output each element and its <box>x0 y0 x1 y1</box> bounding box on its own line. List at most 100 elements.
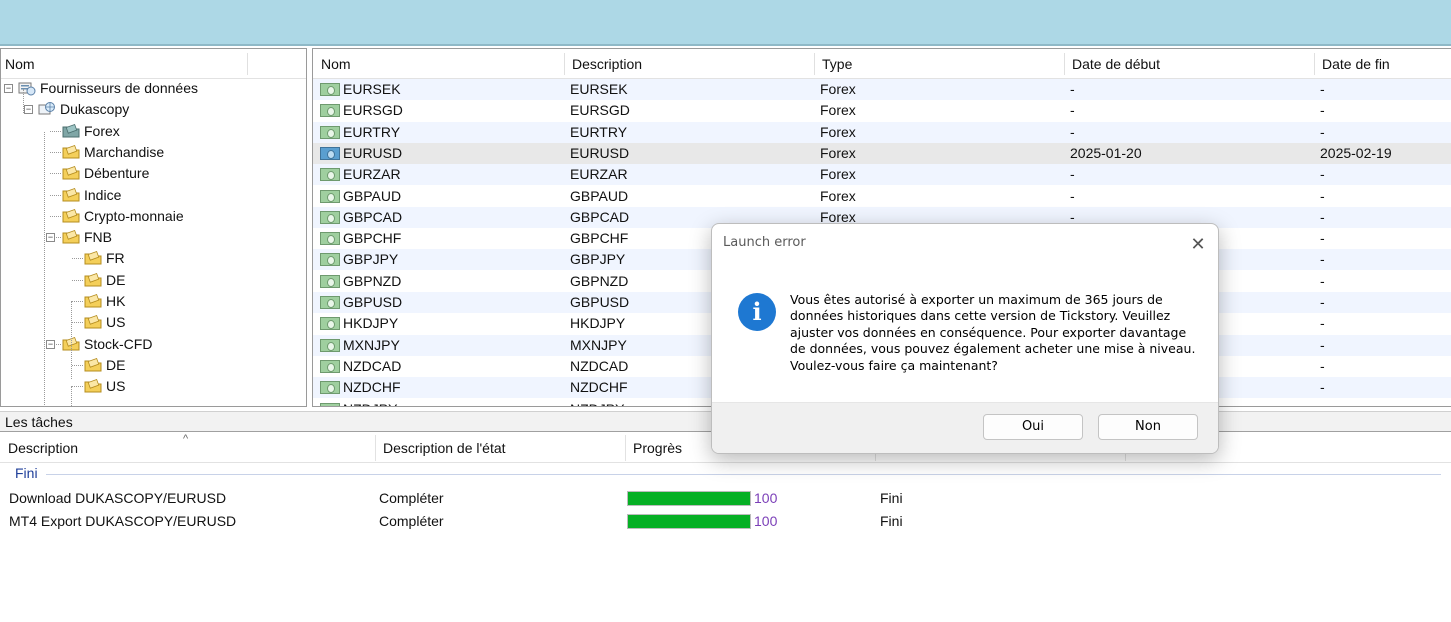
tree-item[interactable]: − Fournisseurs de données <box>1 78 301 99</box>
tree-item[interactable]: Crypto-monnaie <box>1 206 301 227</box>
cell-description: EURUSD <box>570 144 630 161</box>
banknote-icon <box>320 402 340 406</box>
top-banner <box>0 0 1451 46</box>
task-group[interactable]: Fini <box>0 464 1451 484</box>
tasks-column-state[interactable]: Description de l'état <box>383 433 506 463</box>
column-type[interactable]: Type <box>814 49 852 79</box>
cell-name: EURTRY <box>343 123 401 140</box>
tree-header: Nom <box>1 49 306 79</box>
cell-end-date: 2025-02-19 <box>1320 144 1392 161</box>
tree-item[interactable]: DE <box>1 355 301 376</box>
table-row[interactable]: EURZAR EURZAR Forex - - <box>313 164 1451 186</box>
tree-item[interactable]: − Stock-CFD <box>1 334 301 355</box>
cell-end-date: - <box>1320 272 1325 289</box>
column-separator[interactable] <box>247 53 248 75</box>
cell-description: MXNJPY <box>570 336 627 353</box>
tree-column-name[interactable]: Nom <box>1 49 35 79</box>
tree-item[interactable]: FR <box>1 248 301 269</box>
cell-type: Forex <box>820 81 856 97</box>
tree-item[interactable]: US <box>1 312 301 333</box>
tree-item-label: FNB <box>84 229 112 246</box>
cell-start-date: - <box>1070 166 1075 183</box>
tree-item[interactable]: Forex <box>1 121 301 142</box>
close-icon[interactable]: ✕ <box>1186 232 1210 256</box>
no-button[interactable]: Non <box>1098 414 1198 440</box>
table-row[interactable]: EURSGD EURSGD Forex - - <box>313 100 1451 121</box>
tree-item-label: US <box>106 314 126 331</box>
tree-item[interactable]: US <box>1 376 301 397</box>
table-row[interactable]: GBPAUD GBPAUD Forex - - <box>313 186 1451 207</box>
cell-description: GBPUSD <box>570 294 630 310</box>
cell-name: GBPJPY <box>343 251 399 268</box>
cell-type: Forex <box>820 187 856 204</box>
cell-name: MXNJPY <box>343 336 400 353</box>
progress-bar <box>627 491 751 506</box>
task-row[interactable]: Download DUKASCOPY/EURUSD Compléter 100 Fin… <box>0 487 1451 509</box>
tree-item[interactable]: Débenture <box>1 163 301 184</box>
progress-value: 100 <box>754 513 778 529</box>
progress-value: 100 <box>754 490 778 506</box>
collapse-toggle-icon[interactable]: − <box>4 84 13 93</box>
dialog-body: i Vous êtes autorisé à exporter un maxim… <box>712 262 1218 402</box>
tree-connector <box>72 322 83 324</box>
column-description[interactable]: Description <box>564 49 642 79</box>
dialog-message: Vous êtes autorisé à exporter un maximum… <box>790 292 1196 373</box>
tasks-column-progress[interactable]: Progrès <box>633 433 682 463</box>
column-start-date[interactable]: Date de début <box>1064 49 1160 79</box>
column-separator[interactable] <box>625 435 626 461</box>
column-end-date[interactable]: Date de fin <box>1314 49 1390 79</box>
banknote-icon <box>320 125 340 139</box>
collapse-toggle-icon[interactable]: − <box>46 339 55 349</box>
cell-name: HKDJPY <box>343 315 399 332</box>
task-state: Compléter <box>379 490 444 506</box>
table-row[interactable]: EURUSD EURUSD Forex 2025-01-20 2025-02-19 <box>313 142 1451 164</box>
banknote-icon <box>320 359 340 373</box>
tree-item-label: Débenture <box>84 165 150 182</box>
cell-end-date: - <box>1320 357 1325 374</box>
banknote-icon <box>320 253 340 267</box>
collapse-toggle-icon[interactable]: − <box>46 233 55 243</box>
cell-start-date: - <box>1070 123 1075 140</box>
yes-button[interactable]: Oui <box>983 414 1083 440</box>
cell-description: EURTRY <box>570 123 628 140</box>
table-row[interactable]: EURTRY EURTRY Forex - - <box>313 121 1451 143</box>
folder-icon <box>62 187 80 203</box>
tree-item[interactable]: DE <box>1 270 301 291</box>
tree-guide-line <box>71 386 72 406</box>
progress-fill <box>628 492 750 505</box>
banknote-icon <box>320 232 340 246</box>
task-description: MT4 Export DUKASCOPY/EURUSD <box>9 513 237 529</box>
tree-guide-line <box>23 89 24 113</box>
column-separator[interactable] <box>375 435 376 461</box>
tree-connector <box>72 301 83 302</box>
tasks-column-description[interactable]: Description <box>8 433 78 463</box>
tree-item[interactable]: Marchandise <box>1 142 301 163</box>
progress-bar <box>627 514 751 529</box>
banknote-icon <box>320 296 340 309</box>
tree-connector <box>50 194 61 196</box>
tree-item-label: US <box>106 378 126 395</box>
collapse-toggle-icon[interactable]: − <box>24 105 33 115</box>
cell-start-date: - <box>1070 81 1075 97</box>
cell-end-date: - <box>1320 208 1325 225</box>
tree-item[interactable]: Indice <box>1 185 301 206</box>
column-name[interactable]: Nom <box>313 49 351 79</box>
tree-connector <box>50 130 61 132</box>
tree-item-label: Crypto-monnaie <box>84 207 184 224</box>
tree-item-label: DE <box>106 271 126 288</box>
tree-item[interactable]: − Dukascopy <box>1 99 301 120</box>
table-row[interactable]: EURSEK EURSEK Forex - - <box>313 79 1451 100</box>
cell-description: GBPJPY <box>570 251 626 268</box>
cell-name: NZDJPY <box>343 399 397 407</box>
banknote-icon <box>320 189 340 203</box>
task-row[interactable]: MT4 Export DUKASCOPY/EURUSD Compléter 100 F… <box>0 510 1451 532</box>
cell-name: GBPNZD <box>343 272 402 289</box>
cell-start-date: 2025-01-20 <box>1070 144 1142 161</box>
cell-description: HKDJPY <box>570 315 626 332</box>
cell-end-date: - <box>1320 294 1325 310</box>
tree-item-label: Indice <box>84 186 122 203</box>
dialog-title: Launch error <box>723 235 806 250</box>
tree-item[interactable]: HK <box>1 291 301 312</box>
tree-item[interactable]: − FNB <box>1 227 301 248</box>
folder-icon <box>84 357 102 373</box>
